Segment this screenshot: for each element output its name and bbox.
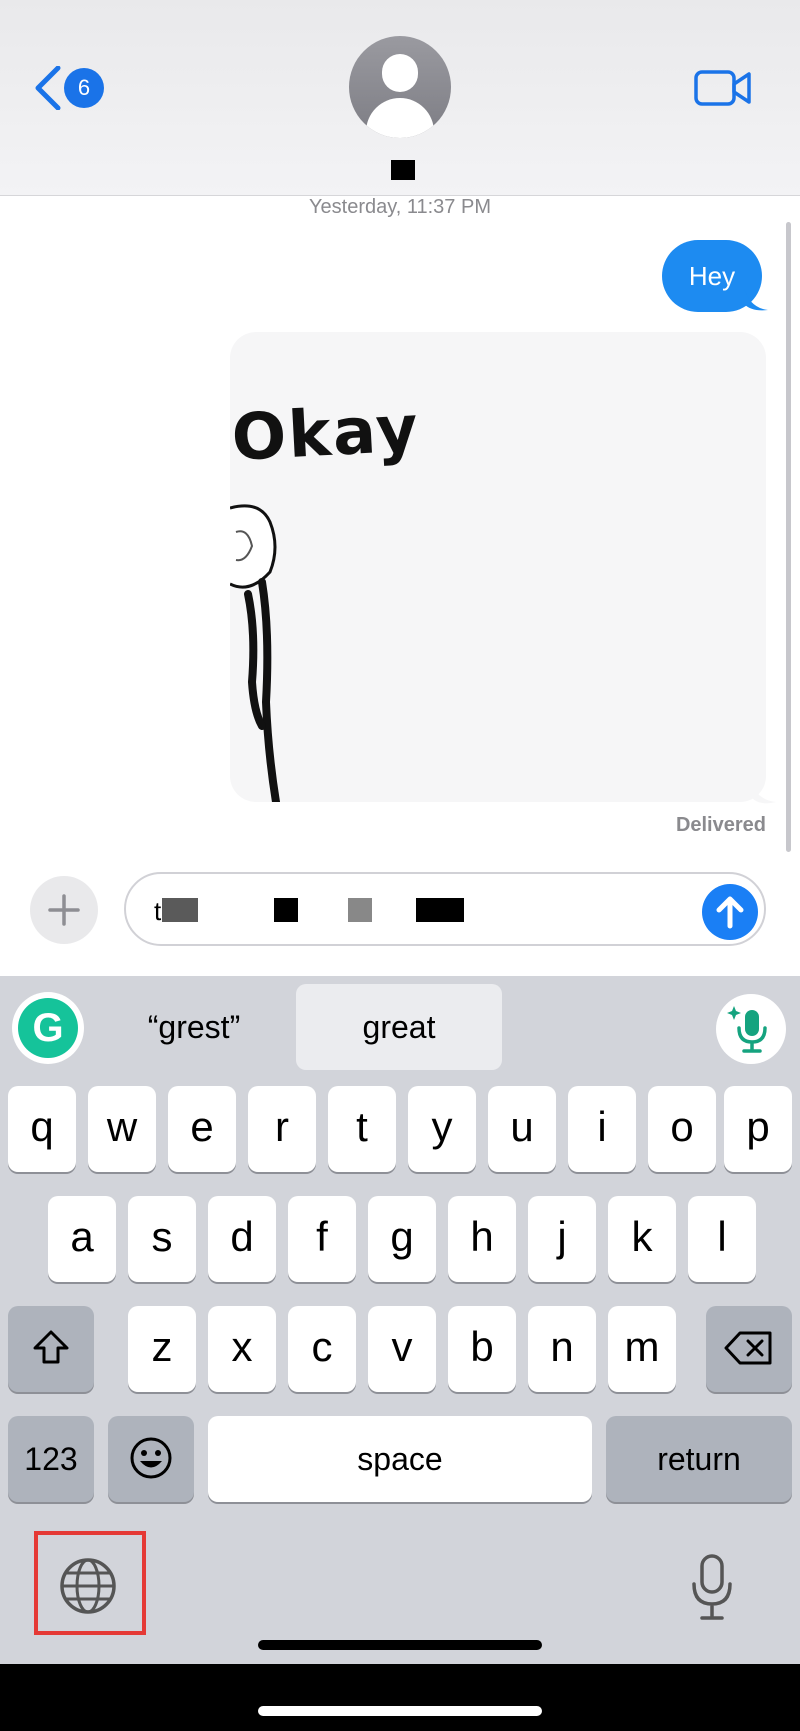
key-l[interactable]: l [688,1196,756,1282]
emoji-icon [130,1437,172,1479]
shift-icon [33,1330,69,1364]
grammarly-icon: G [18,998,78,1058]
suggestion-correction[interactable]: great [296,984,502,1070]
contact-name-redacted[interactable] [391,160,415,180]
messages-screen: 6 Yesterday, 11:37 PM Hey Okay Delivered… [0,0,800,1731]
key-y[interactable]: y [408,1086,476,1172]
ai-dictation-button[interactable] [716,994,786,1064]
message-input[interactable]: t [124,872,766,946]
key-q[interactable]: q [8,1086,76,1172]
send-button[interactable] [702,884,758,940]
delivery-status: Delivered [675,814,766,836]
key-s[interactable]: s [128,1196,196,1282]
sent-image-message[interactable]: Okay [230,332,766,802]
shift-key[interactable] [8,1306,94,1392]
key-f[interactable]: f [288,1196,356,1282]
key-d[interactable]: d [208,1196,276,1282]
key-h[interactable]: h [448,1196,516,1282]
bottom-bar [0,1664,800,1731]
emoji-key[interactable] [108,1416,194,1502]
message-timestamp: Yesterday, 11:37 PM [309,196,491,218]
key-i[interactable]: i [568,1086,636,1172]
send-arrow-icon [716,896,744,929]
grammarly-button[interactable]: G [12,992,84,1064]
suggestion-literal[interactable]: “grest” [104,984,284,1070]
key-r[interactable]: r [248,1086,316,1172]
delete-key[interactable] [706,1306,792,1392]
back-chevron-icon [35,66,61,110]
numbers-key[interactable]: 123 [8,1416,94,1502]
delete-icon [724,1331,772,1365]
key-t[interactable]: t [328,1086,396,1172]
key-j[interactable]: j [528,1196,596,1282]
scroll-indicator[interactable] [786,222,791,852]
key-m[interactable]: m [608,1306,676,1392]
message-input-text: t [154,896,162,926]
dictation-key[interactable] [688,1548,736,1628]
add-attachment-button[interactable] [30,876,98,944]
key-v[interactable]: v [368,1306,436,1392]
key-z[interactable]: z [128,1306,196,1392]
redacted-text [416,898,464,922]
back-button[interactable]: 6 [34,62,106,114]
redacted-text [274,898,298,922]
key-b[interactable]: b [448,1306,516,1392]
key-c[interactable]: c [288,1306,356,1392]
key-k[interactable]: k [608,1196,676,1282]
image-bubble-tail [752,784,776,804]
key-u[interactable]: u [488,1086,556,1172]
video-call-button[interactable] [694,68,752,108]
key-n[interactable]: n [528,1306,596,1392]
plus-icon [48,894,80,926]
conversation-header: 6 [0,0,800,196]
avatar-icon [382,54,418,92]
key-g[interactable]: g [368,1196,436,1282]
key-w[interactable]: w [88,1086,156,1172]
video-camera-icon [694,70,751,106]
globe-key-highlight [34,1531,146,1635]
microphone-icon [692,1554,732,1620]
redacted-text [162,898,198,922]
bubble-tail [744,288,768,311]
key-o[interactable]: o [648,1086,716,1172]
suggestion-bar: G “grest” great [0,976,800,1080]
key-a[interactable]: a [48,1196,116,1282]
home-indicator[interactable] [258,1640,542,1650]
redacted-text [348,898,372,922]
ai-dictation-icon [727,1006,767,1053]
key-e[interactable]: e [168,1086,236,1172]
return-key[interactable]: return [606,1416,792,1502]
space-key[interactable]: space [208,1416,592,1502]
key-p[interactable]: p [724,1086,792,1172]
drawing-icon [230,504,280,802]
contact-avatar[interactable] [349,36,451,138]
key-x[interactable]: x [208,1306,276,1392]
unread-count-badge: 6 [64,68,104,108]
home-indicator-bar [258,1706,542,1716]
